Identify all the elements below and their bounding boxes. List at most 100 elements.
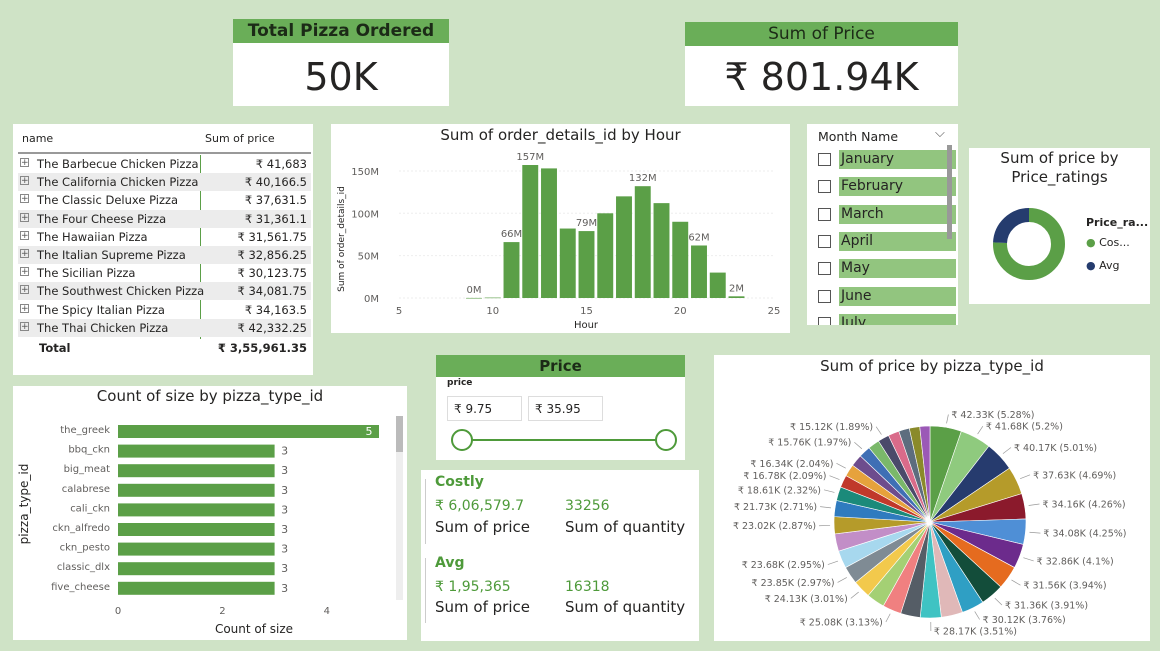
hour-bar [616, 196, 632, 298]
month-option[interactable]: March [818, 204, 956, 225]
matrix-col-price[interactable]: Sum of price [205, 132, 275, 145]
month-option[interactable]: February [818, 177, 956, 197]
matrix-col-name[interactable]: name [22, 132, 53, 145]
table-row[interactable]: + The Thai Chicken Pizza ₹ 42,332.25 [18, 318, 311, 337]
row-name: The Southwest Chicken Pizza [37, 284, 205, 299]
row-name: The Classic Deluxe Pizza [37, 193, 179, 208]
size-bar [118, 464, 275, 478]
chevron-down-icon[interactable]: ⌵ [935, 126, 945, 141]
expand-icon[interactable]: + [20, 285, 29, 295]
table-row[interactable]: + The Sicilian Pizza ₹ 30,123.75 [18, 264, 311, 282]
checkbox-icon[interactable] [818, 234, 831, 248]
legend-item-avg[interactable]: ● Avg [1086, 259, 1119, 272]
avg-accent-bar [425, 558, 426, 623]
month-label: June [839, 286, 956, 306]
avg-qty-label: Sum of quantity [565, 598, 686, 616]
category-label: ckn_alfredo [52, 523, 110, 534]
expand-icon[interactable]: + [20, 321, 29, 331]
table-row[interactable]: + The Classic Deluxe Pizza ₹ 37,631.5 [18, 191, 311, 209]
scrollbar-thumb [396, 416, 403, 452]
month-label: July [839, 313, 956, 325]
y-tick-label: 100M [351, 209, 379, 220]
price-max-input[interactable]: ₹ 35.95 [528, 396, 603, 421]
month-option[interactable]: July [818, 313, 956, 325]
size-bar [118, 444, 275, 458]
data-label: 62M [688, 232, 709, 243]
expand-icon[interactable]: + [20, 158, 29, 168]
data-label: 5 [366, 425, 373, 438]
row-price: ₹ 32,856.25 [237, 248, 308, 262]
checkbox-icon[interactable] [818, 289, 831, 303]
x-tick-label: 0 [115, 606, 121, 617]
ptype-pie-chart: ₹ 42.33K (5.28%)₹ 41.68K (5.2%) ₹ 40.17K … [733, 410, 1127, 637]
matrix-total-label: Total [39, 341, 71, 355]
legend-item-costly[interactable]: ● Cos... [1086, 236, 1130, 249]
costly-price-value: ₹ 6,06,579.7 [435, 498, 525, 514]
pie-label: ₹ 16.34K (2.04%) [750, 459, 833, 470]
hour-bar [522, 165, 539, 298]
row-price: ₹ 40,166.5 [244, 175, 307, 190]
size-chart-card: Count of size by pizza_type_id the_greek… [13, 386, 407, 640]
price-slider-max-handle[interactable] [655, 429, 677, 451]
costly-qty-value: 33256 [565, 498, 610, 514]
pie-label: ₹ 21.73K (2.71%) [734, 502, 817, 513]
row-name: The California Chicken Pizza [37, 175, 199, 190]
data-label: 3 [281, 562, 288, 575]
price-min-input[interactable]: ₹ 9.75 [447, 396, 522, 421]
expand-icon[interactable]: + [20, 194, 29, 204]
legend-label-costly: Cos... [1099, 236, 1130, 249]
month-option[interactable]: June [818, 286, 956, 307]
hour-bar [503, 242, 520, 298]
expand-icon[interactable]: + [20, 230, 29, 240]
category-label: bbq_ckn [68, 445, 110, 456]
table-row[interactable]: + The California Chicken Pizza ₹ 40,166.5 [18, 173, 311, 192]
size-bar [118, 542, 275, 556]
price-slider-min-handle[interactable] [451, 429, 473, 451]
expand-icon[interactable]: + [20, 267, 29, 277]
checkbox-icon[interactable] [818, 262, 831, 276]
size-bar [118, 581, 275, 595]
table-row[interactable]: + The Hawaiian Pizza ₹ 31,561.75 [18, 228, 311, 246]
pie-label: ₹ 18.61K (2.32%) [738, 485, 821, 496]
table-row[interactable]: + The Four Cheese Pizza ₹ 31,361.1 [18, 209, 311, 228]
month-option[interactable]: April [818, 231, 956, 252]
table-row[interactable]: + The Southwest Chicken Pizza ₹ 34,081.75 [18, 282, 311, 301]
category-label: the_greek [60, 425, 110, 436]
table-row[interactable]: + The Barbecue Chicken Pizza ₹ 41,683 [18, 155, 311, 173]
expand-icon[interactable]: + [20, 303, 29, 313]
expand-icon[interactable]: + [20, 176, 29, 186]
avg-title: Avg [435, 555, 465, 571]
table-row[interactable]: + The Italian Supreme Pizza ₹ 32,856.25 [18, 246, 311, 264]
data-label: 0M [467, 285, 482, 296]
size-bar [118, 425, 379, 438]
kpi-sum-price-card: Sum of Price ₹ 801.94K [685, 22, 958, 106]
checkbox-icon[interactable] [818, 153, 831, 166]
leader-line [850, 591, 859, 599]
month-slicer: Month Name ⌵ January February March April Ma… [807, 124, 958, 325]
month-slicer-scrollbar[interactable] [947, 145, 952, 239]
costly-price-label: Sum of price [435, 518, 530, 536]
data-label: 66M [501, 229, 522, 240]
checkbox-icon[interactable] [818, 316, 831, 325]
category-label: ckn_pesto [60, 543, 110, 554]
month-option[interactable]: May [818, 259, 956, 279]
checkbox-icon[interactable] [818, 207, 831, 221]
category-label: big_meat [64, 464, 110, 475]
expand-icon[interactable]: + [20, 249, 29, 259]
hour-bar [691, 245, 707, 298]
pie-label: ₹ 34.16K (4.26%) [1042, 500, 1125, 511]
avg-qty-value: 16318 [565, 579, 610, 595]
checkbox-icon[interactable] [818, 180, 831, 194]
data-label: 2M [729, 283, 744, 294]
expand-icon[interactable]: + [20, 212, 29, 222]
month-option[interactable]: January [818, 150, 956, 170]
table-row[interactable]: + The Spicy Italian Pizza ₹ 34,163.5 [18, 301, 311, 319]
pie-label: ₹ 41.68K (5.2%) [986, 422, 1063, 433]
pie-label: ₹ 34.08K (4.25%) [1043, 529, 1126, 540]
y-axis-label: pizza_type_id [17, 464, 31, 545]
kpi-total-pizza-title: Total Pizza Ordered [233, 19, 449, 43]
row-price: ₹ 41,683 [255, 157, 307, 171]
row-price: ₹ 34,163.5 [244, 302, 307, 317]
hour-bar [653, 203, 670, 298]
matrix-header-divider [18, 152, 311, 154]
